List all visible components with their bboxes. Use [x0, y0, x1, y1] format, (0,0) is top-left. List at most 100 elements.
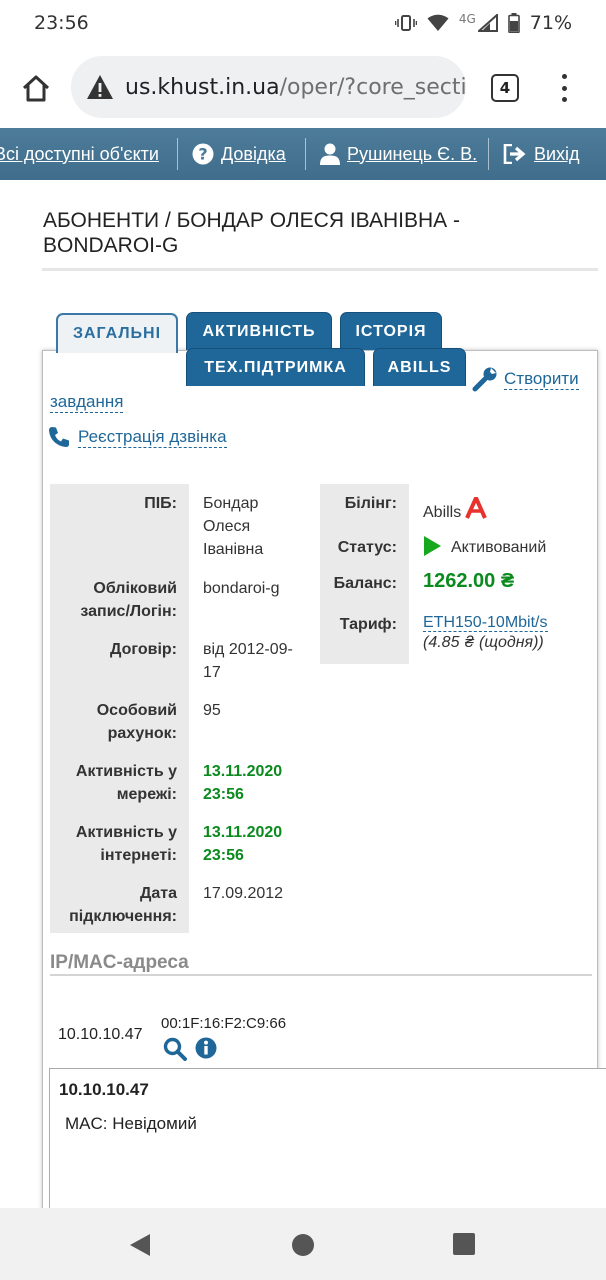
svg-text:?: ? — [198, 145, 207, 164]
page-title: Абоненти / Бондар Олеся Іванівна - bonda… — [43, 209, 460, 257]
create-task-label[interactable]: Створити — [504, 369, 579, 390]
battery-icon — [507, 13, 520, 33]
inet-activity-value: 13.11.2020 23:56 — [203, 824, 283, 864]
nav-user-label: Рушинець Є. В. — [347, 143, 478, 164]
info-row-billing: Білінг: Abills — [320, 484, 600, 528]
user-icon — [320, 143, 340, 165]
play-status-icon — [424, 536, 441, 556]
billing-label: Білінг: — [320, 484, 409, 528]
contract-value: від 2012-09-17 — [203, 641, 293, 681]
info-row-contract: Договір: від 2012-09-17 — [50, 630, 300, 691]
nav-separator — [305, 138, 306, 170]
billing-info-table: Білінг: Abills Статус: Активований Балан… — [320, 484, 600, 664]
url-path: /oper/?core_secti — [279, 74, 466, 100]
connect-date-value: 17.09.2012 — [203, 885, 284, 902]
info-row-net-activity: Активність у мережі: 13.11.2020 23:56 — [50, 752, 300, 813]
status-bar: 23:56 4G 71% — [0, 0, 606, 46]
battery-level: 71% — [529, 12, 572, 34]
search-icon[interactable] — [163, 1037, 187, 1061]
info-row-status: Статус: Активований — [320, 528, 600, 564]
info-row-balance: Баланс: 1262.00 ₴ — [320, 564, 600, 602]
tab-switcher-button[interactable]: 4 — [491, 74, 519, 102]
net-activity-label: Активність у мережі: — [50, 752, 189, 813]
info-row-tariff: Тариф: ETH150-10Mbit/s (4.85 ₴ (щодня)) — [320, 602, 600, 664]
status-icons: 4G 71% — [394, 12, 572, 34]
register-call-label[interactable]: Реєстрація дзвінка — [78, 427, 227, 448]
recents-icon[interactable] — [453, 1233, 475, 1255]
vibrate-icon — [394, 14, 417, 32]
home-nav-icon[interactable] — [291, 1233, 315, 1257]
contract-label: Договір: — [50, 630, 189, 691]
status-label: Статус: — [320, 528, 409, 564]
ip-address: 10.10.10.47 — [58, 1026, 143, 1043]
cell-signal-icon — [477, 14, 498, 32]
nav-all-objects[interactable]: Всі доступні об'єкти — [0, 128, 159, 180]
ip-mac-divider — [50, 974, 592, 976]
nav-logout[interactable]: Вихід — [503, 128, 580, 180]
wifi-icon — [427, 14, 449, 32]
tab-activity[interactable]: АКТИВНІСТЬ — [186, 312, 332, 350]
register-call-link[interactable]: Реєстрація дзвінка — [48, 426, 227, 448]
warning-icon[interactable] — [85, 72, 115, 102]
info-row-fio: ПІБ: Бондар Олеся Іванівна — [50, 484, 300, 569]
browser-toolbar: us.khust.in.ua/oper/?core_secti 4 — [0, 50, 606, 126]
info-icon[interactable] — [195, 1037, 217, 1059]
login-label: Обліковий запис/Логін: — [50, 569, 189, 630]
tariff-note: (4.85 ₴ (щодня)) — [423, 634, 544, 651]
billing-name: Abills — [423, 504, 462, 521]
status-text: Активований — [451, 539, 547, 556]
status-value: Активований — [409, 528, 599, 564]
ip-info-popup: 10.10.10.47 MAC: Невідомий — [49, 1068, 606, 1213]
abills-logo-icon — [465, 496, 488, 519]
subscriber-info-table: ПІБ: Бондар Олеся Іванівна Обліковий зап… — [50, 484, 300, 933]
tab-history[interactable]: ІСТОРІЯ — [340, 312, 442, 350]
account-label: Особовий рахунок: — [50, 691, 189, 752]
net-activity-value: 13.11.2020 23:56 — [203, 763, 283, 803]
nav-separator — [177, 138, 178, 170]
site-nav: Всі доступні об'єкти ? Довідка Рушинець … — [0, 128, 606, 180]
mac-actions — [163, 1037, 217, 1061]
tariff-label: Тариф: — [320, 602, 409, 664]
mac-address: 00:1F:16:F2:C9:66 — [161, 1015, 287, 1032]
connect-date-label: Дата підключення: — [50, 874, 189, 933]
info-row-account: Особовий рахунок: 95 — [50, 691, 300, 752]
home-icon[interactable] — [14, 66, 58, 110]
info-row-inet-activity: Активність у інтернеті: 13.11.2020 23:56 — [50, 813, 300, 874]
more-menu-icon[interactable] — [552, 70, 576, 106]
url-host: us.khust.in.ua — [125, 74, 280, 100]
logout-icon — [503, 144, 526, 164]
phone-icon — [49, 427, 69, 447]
inet-activity-label: Активність у інтернеті: — [50, 813, 189, 874]
help-icon: ? — [192, 143, 214, 165]
popup-mac: MAC: Невідомий — [65, 1114, 197, 1133]
title-divider — [42, 268, 598, 271]
android-nav-bar — [0, 1208, 606, 1280]
ip-mac-heading: IP/MAC-адреса — [50, 952, 189, 973]
tab-support[interactable]: ТЕХ.ПІДТРИМКА — [186, 348, 365, 386]
fio-value: Бондар Олеся Іванівна — [203, 495, 264, 558]
tariff-value: ETH150-10Mbit/s (4.85 ₴ (щодня)) — [409, 602, 599, 664]
network-type: 4G — [458, 12, 476, 26]
tab-abills[interactable]: ABILLS — [373, 348, 466, 386]
create-task-link[interactable]: Створити — [472, 366, 579, 392]
fio-label: ПІБ: — [50, 484, 189, 569]
address-bar[interactable]: us.khust.in.ua/oper/?core_secti — [71, 56, 466, 118]
balance-value: 1262.00 ₴ — [423, 570, 515, 592]
nav-help[interactable]: ? Довідка — [192, 128, 286, 180]
url-text[interactable]: us.khust.in.ua/oper/?core_secti — [125, 75, 466, 100]
tab-general[interactable]: ЗАГАЛЬНІ — [56, 313, 178, 353]
tariff-link[interactable]: ETH150-10Mbit/s — [423, 614, 548, 632]
nav-help-label: Довідка — [221, 143, 286, 164]
nav-logout-label: Вихід — [534, 143, 580, 164]
back-icon[interactable] — [129, 1233, 151, 1257]
status-time: 23:56 — [34, 12, 89, 34]
create-task-label-cont[interactable]: завдання — [50, 392, 124, 413]
login-value: bondaroi-g — [203, 580, 280, 597]
popup-title: 10.10.10.47 — [59, 1080, 149, 1099]
info-row-login: Обліковий запис/Логін: bondaroi-g — [50, 569, 300, 630]
info-row-connect-date: Дата підключення: 17.09.2012 — [50, 874, 300, 933]
billing-value: Abills — [409, 484, 599, 528]
account-value: 95 — [203, 702, 221, 719]
nav-user[interactable]: Рушинець Є. В. — [320, 128, 477, 180]
wrench-icon — [472, 367, 497, 392]
